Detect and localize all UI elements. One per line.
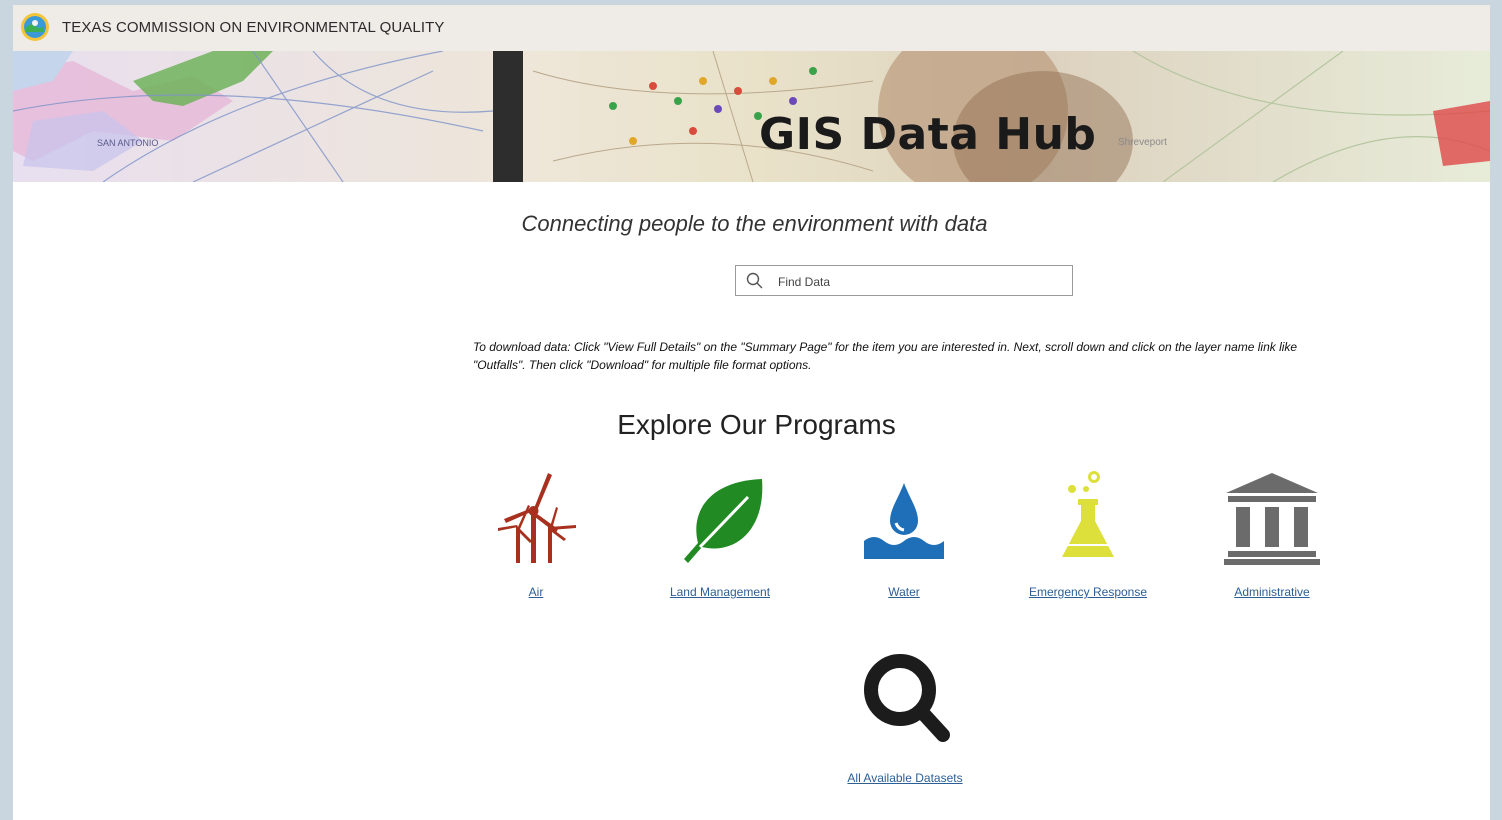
tceq-logo-icon[interactable] [20,12,50,42]
program-all-datasets[interactable]: All Available Datasets [820,650,990,785]
banner-map-image: SAN ANTONIO Shreveport [13,51,1490,182]
programs-heading: Explore Our Programs [617,409,896,440]
program-link-air[interactable]: Air [451,585,621,599]
water-drop-icon[interactable] [854,471,954,571]
instructions-line-1: To download data: Click "View Full Detai… [473,340,1298,354]
program-link-emergency-response[interactable]: Emergency Response [1003,585,1173,599]
agency-name[interactable]: TEXAS COMMISSION ON ENVIRONMENTAL QUALIT… [62,19,444,36]
instructions-line-2: "Outfalls". Then click "Download" for mu… [473,358,812,372]
leaf-icon[interactable] [670,471,770,571]
program-link-land-management[interactable]: Land Management [635,585,805,599]
tagline: Connecting people to the environment wit… [521,211,988,236]
search-box[interactable] [735,265,1073,296]
search-icon [746,272,763,289]
page: TEXAS COMMISSION ON ENVIRONMENTAL QUALIT… [13,5,1490,820]
building-icon[interactable] [1222,471,1322,571]
all-datasets-link[interactable]: All Available Datasets [820,771,990,785]
page-title: GIS Data Hub [759,109,1097,160]
banner-map-label: Shreveport [1118,137,1167,148]
search-input[interactable] [776,271,1060,293]
program-link-water[interactable]: Water [819,585,989,599]
wind-turbine-icon[interactable] [486,471,586,571]
search-icon[interactable] [820,650,990,750]
flask-icon[interactable] [1038,471,1138,571]
banner-map-label: SAN ANTONIO [97,138,158,148]
download-instructions: To download data: Click "View Full Detai… [473,338,1343,374]
site-header: TEXAS COMMISSION ON ENVIRONMENTAL QUALIT… [13,5,1490,51]
program-link-administrative[interactable]: Administrative [1187,585,1357,599]
hero-banner: SAN ANTONIO Shreveport GIS Data Hub [13,51,1490,182]
